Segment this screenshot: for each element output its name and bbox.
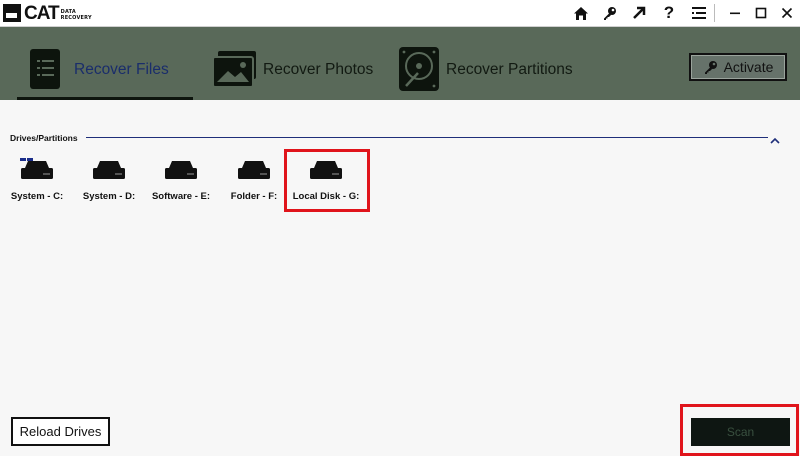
collapse-chevron-icon[interactable] [770,132,780,144]
logo-sub-recovery: RECOVERY [60,15,92,21]
hard-disk-icon [399,47,439,91]
home-icon[interactable] [566,0,596,26]
app-logo: CAT DATA RECOVERY [3,2,92,24]
drives-section-title: Drives/Partitions [10,133,78,143]
scan-highlight-box [680,404,799,456]
tab-recover-files-label: Recover Files [74,61,169,78]
activate-button[interactable]: Activate [689,53,787,81]
section-divider [86,137,768,138]
activate-button-label: Activate [723,59,774,75]
logo-text: CAT [24,2,60,24]
drive-item[interactable]: Software - E: [146,150,216,210]
drive-icon [238,161,270,179]
drive-label: Software - E: [151,191,211,202]
tab-recover-files[interactable]: Recover Files [28,48,169,100]
key-icon [704,60,717,74]
tab-recover-photos-label: Recover Photos [263,61,374,78]
drive-label: Folder - F: [230,191,278,202]
drive-label: System - C: [10,191,64,202]
title-bar: CAT DATA RECOVERY ? [0,0,800,27]
logo-subtitle: DATA RECOVERY [61,9,92,21]
tab-recover-partitions[interactable]: Recover Partitions [398,47,573,100]
drive-highlight-box [284,149,370,212]
tab-recover-partitions-label: Recover Partitions [446,61,573,78]
help-icon[interactable]: ? [654,0,684,26]
photos-icon [212,51,256,88]
document-icon [30,49,60,89]
titlebar-divider [714,4,715,22]
close-icon[interactable] [772,0,800,26]
key-icon[interactable] [594,0,624,26]
logo-mark-icon [3,4,21,22]
drive-item[interactable]: System - C: [2,150,72,210]
external-arrow-icon[interactable] [624,0,654,26]
tab-recover-photos[interactable]: Recover Photos [212,48,373,100]
drive-item[interactable]: System - D: [74,150,144,210]
menu-icon[interactable] [684,0,714,26]
reload-drives-button[interactable]: Reload Drives [11,417,110,446]
drive-item[interactable]: Folder - F: [219,150,289,210]
system-drive-icon [20,158,53,179]
active-tab-indicator [17,97,193,100]
drive-label: System - D: [82,191,136,202]
main-nav-bar: Recover Files Recover Photos Recover Par… [0,27,800,100]
drive-icon [165,161,197,179]
drive-icon [93,161,125,179]
